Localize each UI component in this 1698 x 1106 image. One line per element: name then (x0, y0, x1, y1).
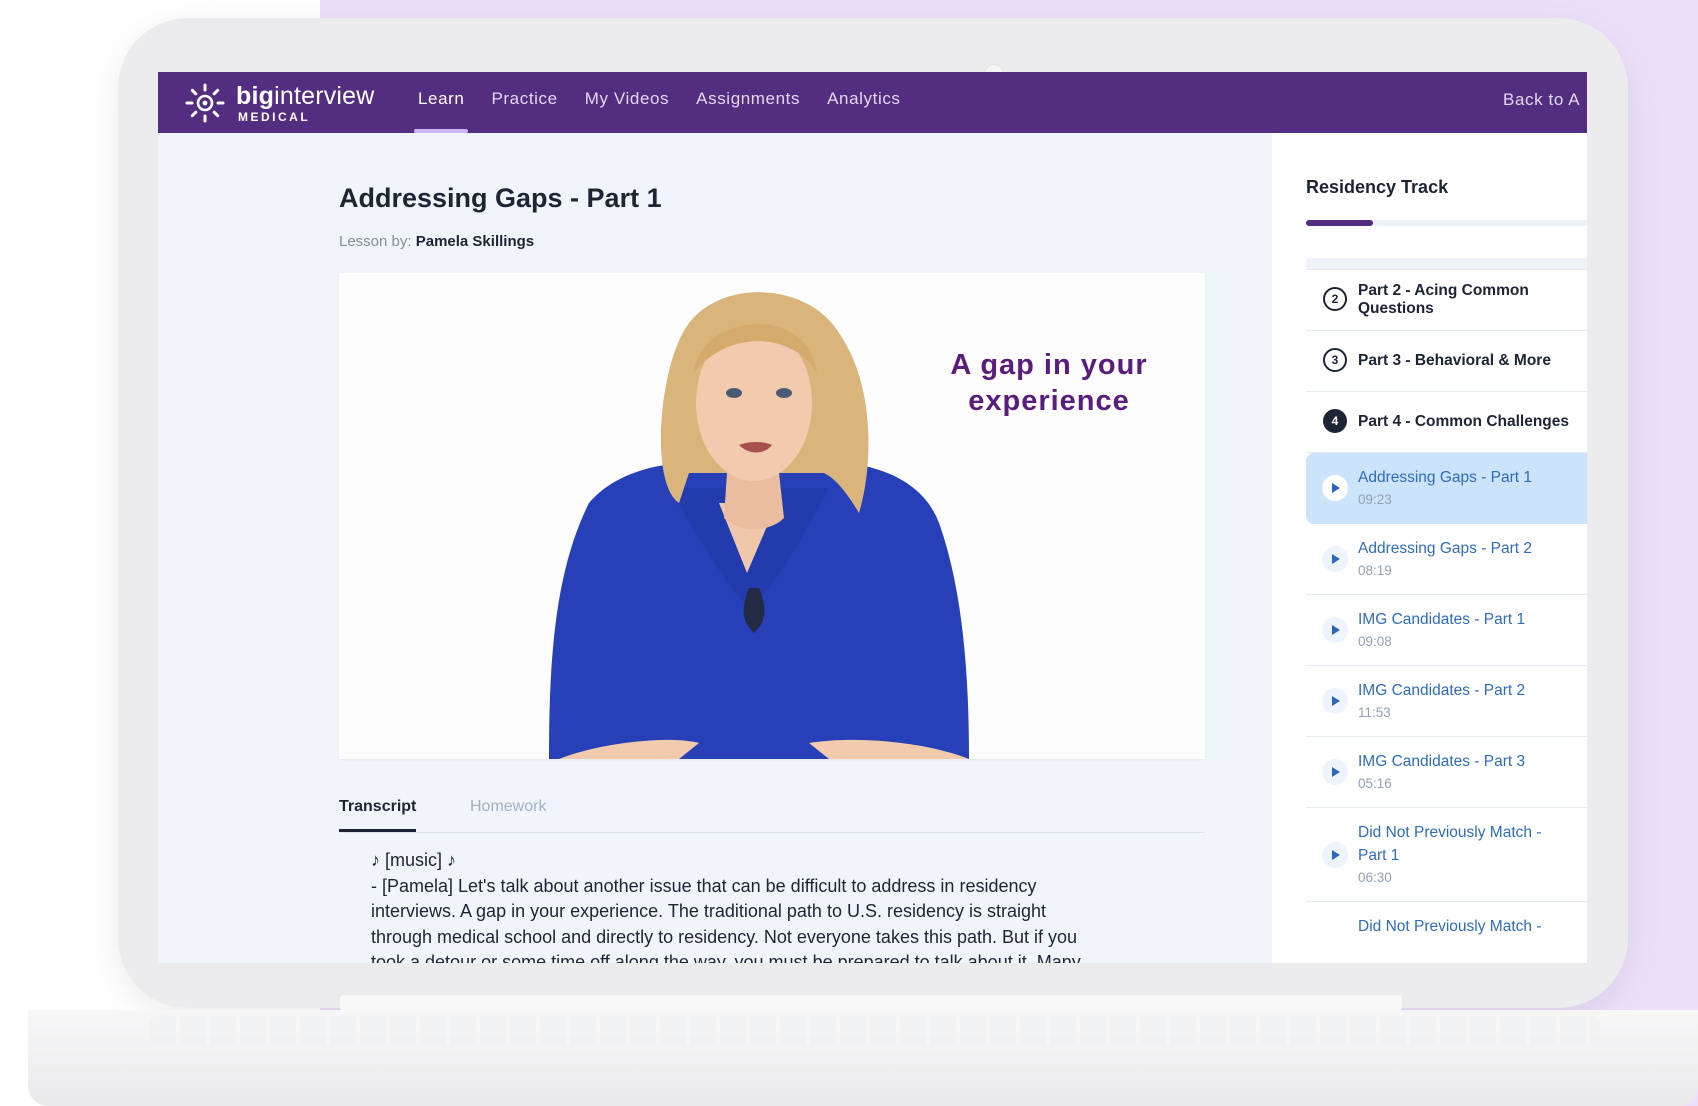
main-nav: Learn Practice My Videos Assignments Ana… (413, 72, 928, 133)
transcript-text: ♪ [music] ♪ - [Pamela] Let's talk about … (371, 848, 1191, 963)
transcript-line: interviews. A gap in your experience. Th… (371, 901, 1047, 921)
lesson-item-title: Addressing Gaps - Part 2 (1358, 540, 1533, 557)
lesson-title: Addressing Gaps - Part 1 (339, 183, 662, 213)
nav-practice[interactable]: Practice (491, 72, 557, 133)
lesson-tabs: Transcript Homework (339, 790, 1205, 833)
part-label: Part 3 - Behavioral & More (1358, 352, 1551, 369)
video-caption-text: A gap in your experience (950, 349, 1148, 417)
part-number-badge: 4 (1323, 409, 1347, 433)
play-icon (1322, 546, 1348, 572)
nav-learn[interactable]: Learn (413, 72, 470, 133)
presenter-image (549, 292, 969, 759)
part-item-4[interactable]: 4 Part 4 - Common Challenges (1306, 392, 1587, 453)
nav-assignments[interactable]: Assignments (696, 72, 800, 133)
lesson-item[interactable]: Did Not Previously Match - (1306, 902, 1587, 963)
back-link[interactable]: Back to A (1503, 72, 1580, 133)
track-outline[interactable]: 2 Part 2 - Acing Common Questions 3 Part… (1306, 258, 1587, 963)
part-number-badge: 2 (1323, 287, 1347, 311)
lesson-item[interactable]: Addressing Gaps - Part 1 09:23 (1306, 453, 1587, 524)
app-screen: biginterview MEDICAL Learn Practice My V… (158, 72, 1587, 963)
brand-subtitle: MEDICAL (238, 109, 311, 124)
play-icon (1322, 617, 1348, 643)
lesson-item-title: IMG Candidates - Part 1 (1358, 611, 1526, 628)
play-icon (1322, 841, 1348, 868)
nav-my-videos[interactable]: My Videos (585, 72, 669, 133)
part-label: Part 4 - Common Challenges (1358, 413, 1570, 430)
track-progress-fill (1306, 220, 1373, 226)
play-icon (1322, 688, 1348, 714)
video-player[interactable]: A gap in your experience (339, 273, 1205, 759)
biginterview-logo[interactable]: biginterview MEDICAL (184, 78, 375, 128)
play-icon (1322, 759, 1348, 785)
play-icon (1322, 475, 1348, 501)
tab-homework[interactable]: Homework (470, 798, 546, 816)
transcript-line: ♪ [music] ♪ (371, 850, 457, 870)
tab-transcript[interactable]: Transcript (339, 798, 417, 832)
part-label: Part 2 - Acing Common Questions (1358, 282, 1529, 317)
part-item-2[interactable]: 2 Part 2 - Acing Common Questions (1306, 270, 1587, 331)
part-item-3[interactable]: 3 Part 3 - Behavioral & More (1306, 331, 1587, 392)
top-navigation-bar: biginterview MEDICAL Learn Practice My V… (158, 72, 1587, 133)
keyboard-area (150, 1016, 1600, 1044)
lesson-item-duration: 06:30 (1358, 870, 1392, 885)
brand-name: biginterview (236, 81, 375, 110)
part-item-previous[interactable] (1306, 258, 1587, 270)
lesson-item-duration: 11:53 (1358, 705, 1391, 720)
lesson-item[interactable]: IMG Candidates - Part 1 09:08 (1306, 595, 1587, 666)
lesson-item-title: Did Not Previously Match - (1358, 918, 1542, 935)
course-sidebar: Residency Track 2 Part 2 - Acing Common … (1272, 133, 1587, 963)
transcript-line: through medical school and directly to r… (371, 926, 1078, 947)
track-title: Residency Track (1306, 177, 1449, 197)
lesson-item[interactable]: IMG Candidates - Part 2 11:53 (1306, 666, 1587, 737)
lesson-item-duration: 08:19 (1358, 563, 1392, 578)
transcript-line: - [Pamela] Let's talk about another issu… (371, 875, 1037, 896)
lesson-author: Pamela Skillings (415, 233, 535, 250)
lesson-item-title: Addressing Gaps - Part 1 (1358, 469, 1533, 486)
sun-logo-icon (184, 82, 226, 124)
lesson-item-title: Did Not Previously Match - (1358, 824, 1542, 841)
lesson-item-title-line2: Part 1 (1358, 847, 1400, 864)
lesson-by-label: Lesson by: (339, 233, 412, 250)
lesson-item-title: IMG Candidates - Part 3 (1358, 753, 1526, 770)
lesson-author-line: Lesson by: Pamela Skillings (339, 233, 534, 250)
part-number-badge: 3 (1323, 348, 1347, 372)
lesson-item-title: IMG Candidates - Part 2 (1358, 682, 1526, 699)
lesson-item[interactable]: IMG Candidates - Part 3 05:16 (1306, 737, 1587, 808)
lesson-item-duration: 09:08 (1358, 634, 1392, 649)
lesson-item-duration: 09:23 (1358, 492, 1392, 507)
lesson-item-duration: 05:16 (1358, 776, 1392, 791)
nav-analytics[interactable]: Analytics (827, 72, 900, 133)
lesson-item[interactable]: Did Not Previously Match - Part 1 06:30 (1306, 808, 1587, 902)
transcript-line: took a detour or some time off along the… (371, 952, 1081, 963)
laptop-hinge (340, 995, 1402, 1011)
lesson-item[interactable]: Addressing Gaps - Part 2 08:19 (1306, 524, 1587, 595)
track-progress-bar (1306, 220, 1587, 226)
